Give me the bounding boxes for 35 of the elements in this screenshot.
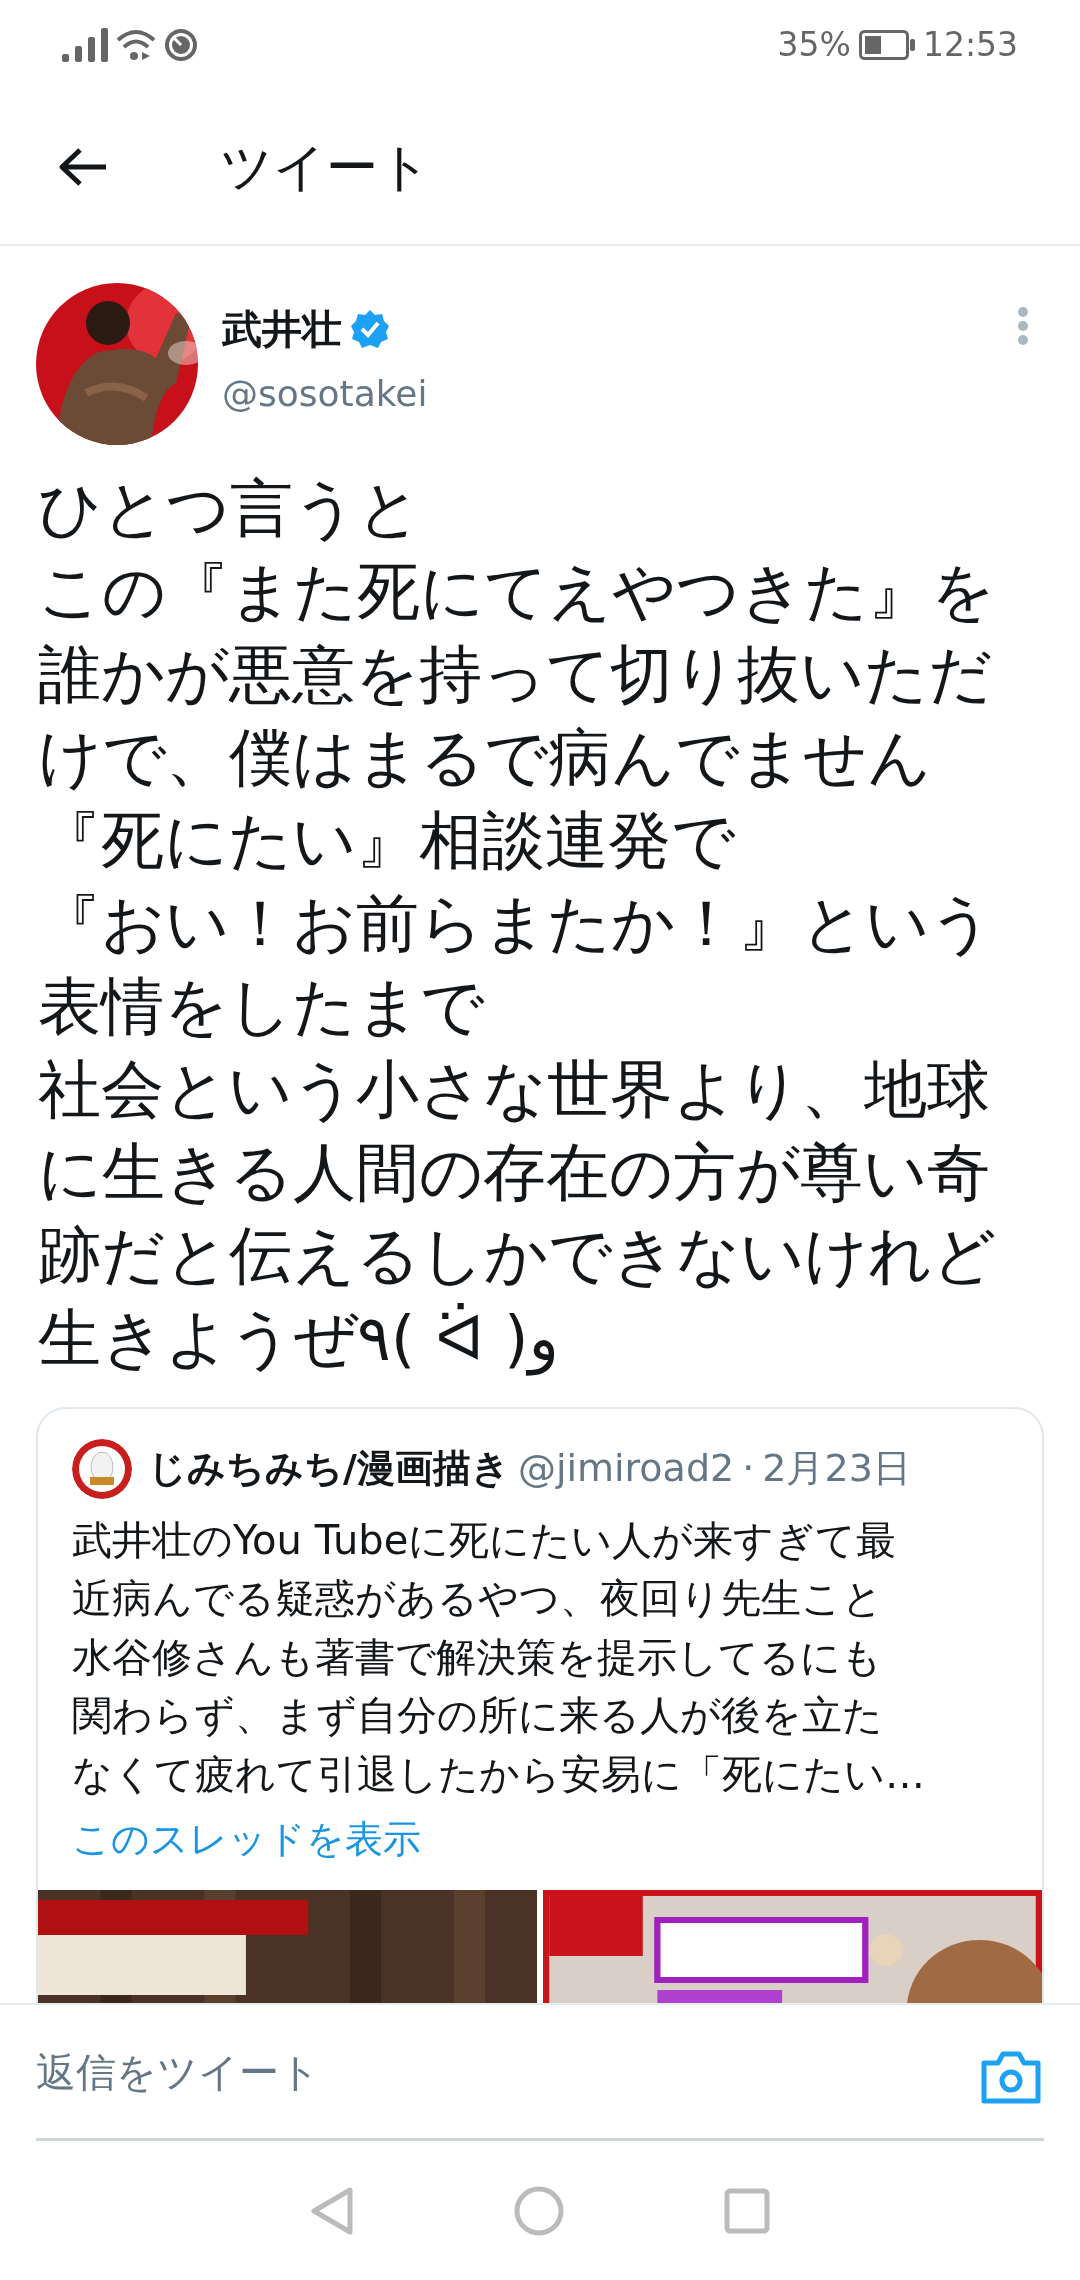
tweet-text-line: 跡だと伝えるしかできないけれど — [38, 1217, 997, 1294]
tweet-text-line: けで、僕はまるで病んでません — [38, 719, 932, 796]
quoted-tweet-text-line: 水谷修さんも著書で解決策を提示してるにも — [72, 1632, 883, 1682]
quoted-tweet-text-line: 武井壮のYou Tubeに死にたい人が来すぎて最 — [72, 1515, 898, 1565]
quoted-author-name: じみちみち/漫画描き — [148, 1445, 510, 1493]
timer-icon — [164, 28, 198, 63]
tweet-text-line: 生きようぜ٩( ᐛ )و — [38, 1300, 560, 1378]
tweet-text-line: この『また死にてえやつきた』を — [38, 553, 996, 630]
recents-nav-icon[interactable] — [724, 2187, 770, 2234]
camera-icon[interactable] — [980, 2049, 1042, 2106]
page-title: ツイート — [220, 136, 431, 200]
tweet-text-line: ひとつ言うと — [38, 470, 422, 547]
quoted-tweet-date: 2月23日 — [762, 1445, 911, 1493]
tweet-text-line: 『死にたい』相談連発で — [38, 802, 736, 879]
wifi-icon — [116, 28, 156, 63]
signal-icon — [62, 28, 108, 63]
author-handle: @sosotakei — [222, 371, 429, 416]
battery-percent: 35% — [777, 24, 851, 67]
tweet-text-line: に生きる人間の存在の方が尊い奇 — [38, 1134, 991, 1211]
separator-dot: · — [742, 1445, 755, 1493]
tweet-text-line: 社会という小さな世界より、地球 — [38, 1051, 991, 1128]
quoted-tweet-text-line: 関わらず、まず自分の所に来る人が後を立た — [72, 1691, 884, 1741]
battery-icon — [858, 30, 915, 61]
quoted-tweet-text-line: 近病んでる疑惑があるやつ、夜回り先生こと — [72, 1574, 884, 1624]
more-options-icon[interactable] — [1018, 306, 1028, 345]
back-nav-icon[interactable] — [310, 2185, 354, 2236]
back-arrow-icon[interactable] — [58, 147, 108, 188]
tweet-text-line: 誰かが悪意を持って切り抜いただ — [38, 636, 993, 713]
status-time: 12:53 — [922, 24, 1018, 67]
tweet-text-line: 『おい！お前らまたか！』という — [38, 885, 994, 962]
quoted-author-handle: @jimiroad2 — [517, 1445, 735, 1493]
author-name: 武井壮 — [222, 304, 342, 354]
quoted-tweet-text-line: なくて疲れて引退したから安易に「死にたい… — [72, 1749, 926, 1799]
tweet-text-line: 表情をしたまで — [38, 968, 485, 1045]
home-nav-icon[interactable] — [514, 2185, 564, 2236]
